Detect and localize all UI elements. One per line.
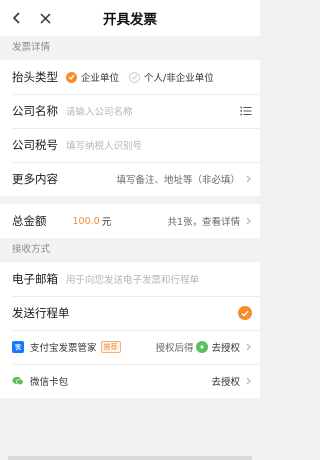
- tax-id-label: 公司税号: [12, 138, 58, 152]
- total-detail-link[interactable]: 共1张，查看详情: [167, 214, 240, 228]
- chevron-right-icon: [244, 216, 252, 226]
- receive-section-label: 接收方式: [0, 238, 260, 262]
- company-name-row: 公司名称 请输入公司名称: [0, 94, 260, 128]
- total-amount-unit: 元: [101, 217, 112, 228]
- header-type-radio-group: 企业单位 个人/非企业单位: [66, 70, 224, 84]
- itinerary-label: 发送行程单: [12, 306, 70, 320]
- chevron-right-icon: [244, 376, 252, 386]
- radio-personal[interactable]: 个人/非企业单位: [129, 70, 214, 84]
- reward-icon: [196, 341, 209, 353]
- company-name-label: 公司名称: [12, 104, 58, 118]
- recommend-badge: 推荐: [100, 341, 121, 353]
- chevron-right-icon: [244, 174, 252, 184]
- email-label: 电子邮箱: [12, 272, 58, 286]
- radio-personal-label: 个人/非企业单位: [144, 73, 214, 84]
- chevron-left-icon: [12, 12, 20, 24]
- alipay-status: 授权后得: [155, 343, 194, 354]
- wechat-icon: [12, 375, 24, 387]
- check-icon: [241, 310, 249, 317]
- email-row: 电子邮箱 用于向您发送电子发票和行程单: [0, 262, 260, 296]
- more-content-hint: 填写备注、地址等（非必填）: [116, 175, 240, 186]
- itinerary-row[interactable]: 发送行程单: [0, 296, 260, 330]
- close-button[interactable]: [34, 0, 56, 36]
- home-indicator: [8, 456, 252, 460]
- wechat-authorize-button[interactable]: 去授权: [211, 374, 240, 388]
- alipay-icon: [12, 341, 24, 353]
- itinerary-checkbox[interactable]: [238, 306, 252, 320]
- wechat-label: 微信卡包: [30, 377, 69, 388]
- radio-checked-icon: [66, 71, 77, 83]
- chevron-right-icon: [244, 342, 252, 352]
- top-bar: 开具发票: [0, 0, 260, 36]
- wechat-row[interactable]: 微信卡包 去授权: [0, 364, 260, 398]
- alipay-label: 支付宝发票管家: [30, 343, 97, 354]
- back-button[interactable]: [6, 0, 28, 36]
- more-content-row[interactable]: 更多内容 填写备注、地址等（非必填）: [0, 162, 260, 196]
- page-title: 开具发票: [103, 12, 157, 28]
- total-amount-label: 总金额: [12, 214, 47, 228]
- alipay-authorize-button[interactable]: 去授权: [211, 340, 240, 354]
- header-type-label: 抬头类型: [12, 70, 58, 84]
- radio-enterprise-label: 企业单位: [81, 73, 120, 84]
- more-content-label: 更多内容: [12, 172, 58, 186]
- tax-id-row: 公司税号 填写纳税人识别号: [0, 128, 260, 162]
- company-name-input[interactable]: 请输入公司名称: [66, 104, 133, 118]
- total-amount-row[interactable]: 总金额 100.0 元 共1张，查看详情: [0, 204, 260, 238]
- radio-unchecked-icon: [129, 71, 141, 83]
- close-icon: [39, 12, 51, 24]
- email-input[interactable]: 用于向您发送电子发票和行程单: [66, 272, 199, 286]
- tax-id-input[interactable]: 填写纳税人识别号: [66, 138, 142, 152]
- list-icon[interactable]: [240, 106, 252, 116]
- radio-enterprise[interactable]: 企业单位: [66, 70, 119, 84]
- total-amount-value: 100.0: [72, 215, 100, 227]
- header-type-row: 抬头类型 企业单位 个人/非企业单位: [0, 60, 260, 94]
- invoice-section-label: 发票详情: [0, 36, 260, 60]
- alipay-row[interactable]: 支付宝发票管家 推荐 授权后得 去授权: [0, 330, 260, 364]
